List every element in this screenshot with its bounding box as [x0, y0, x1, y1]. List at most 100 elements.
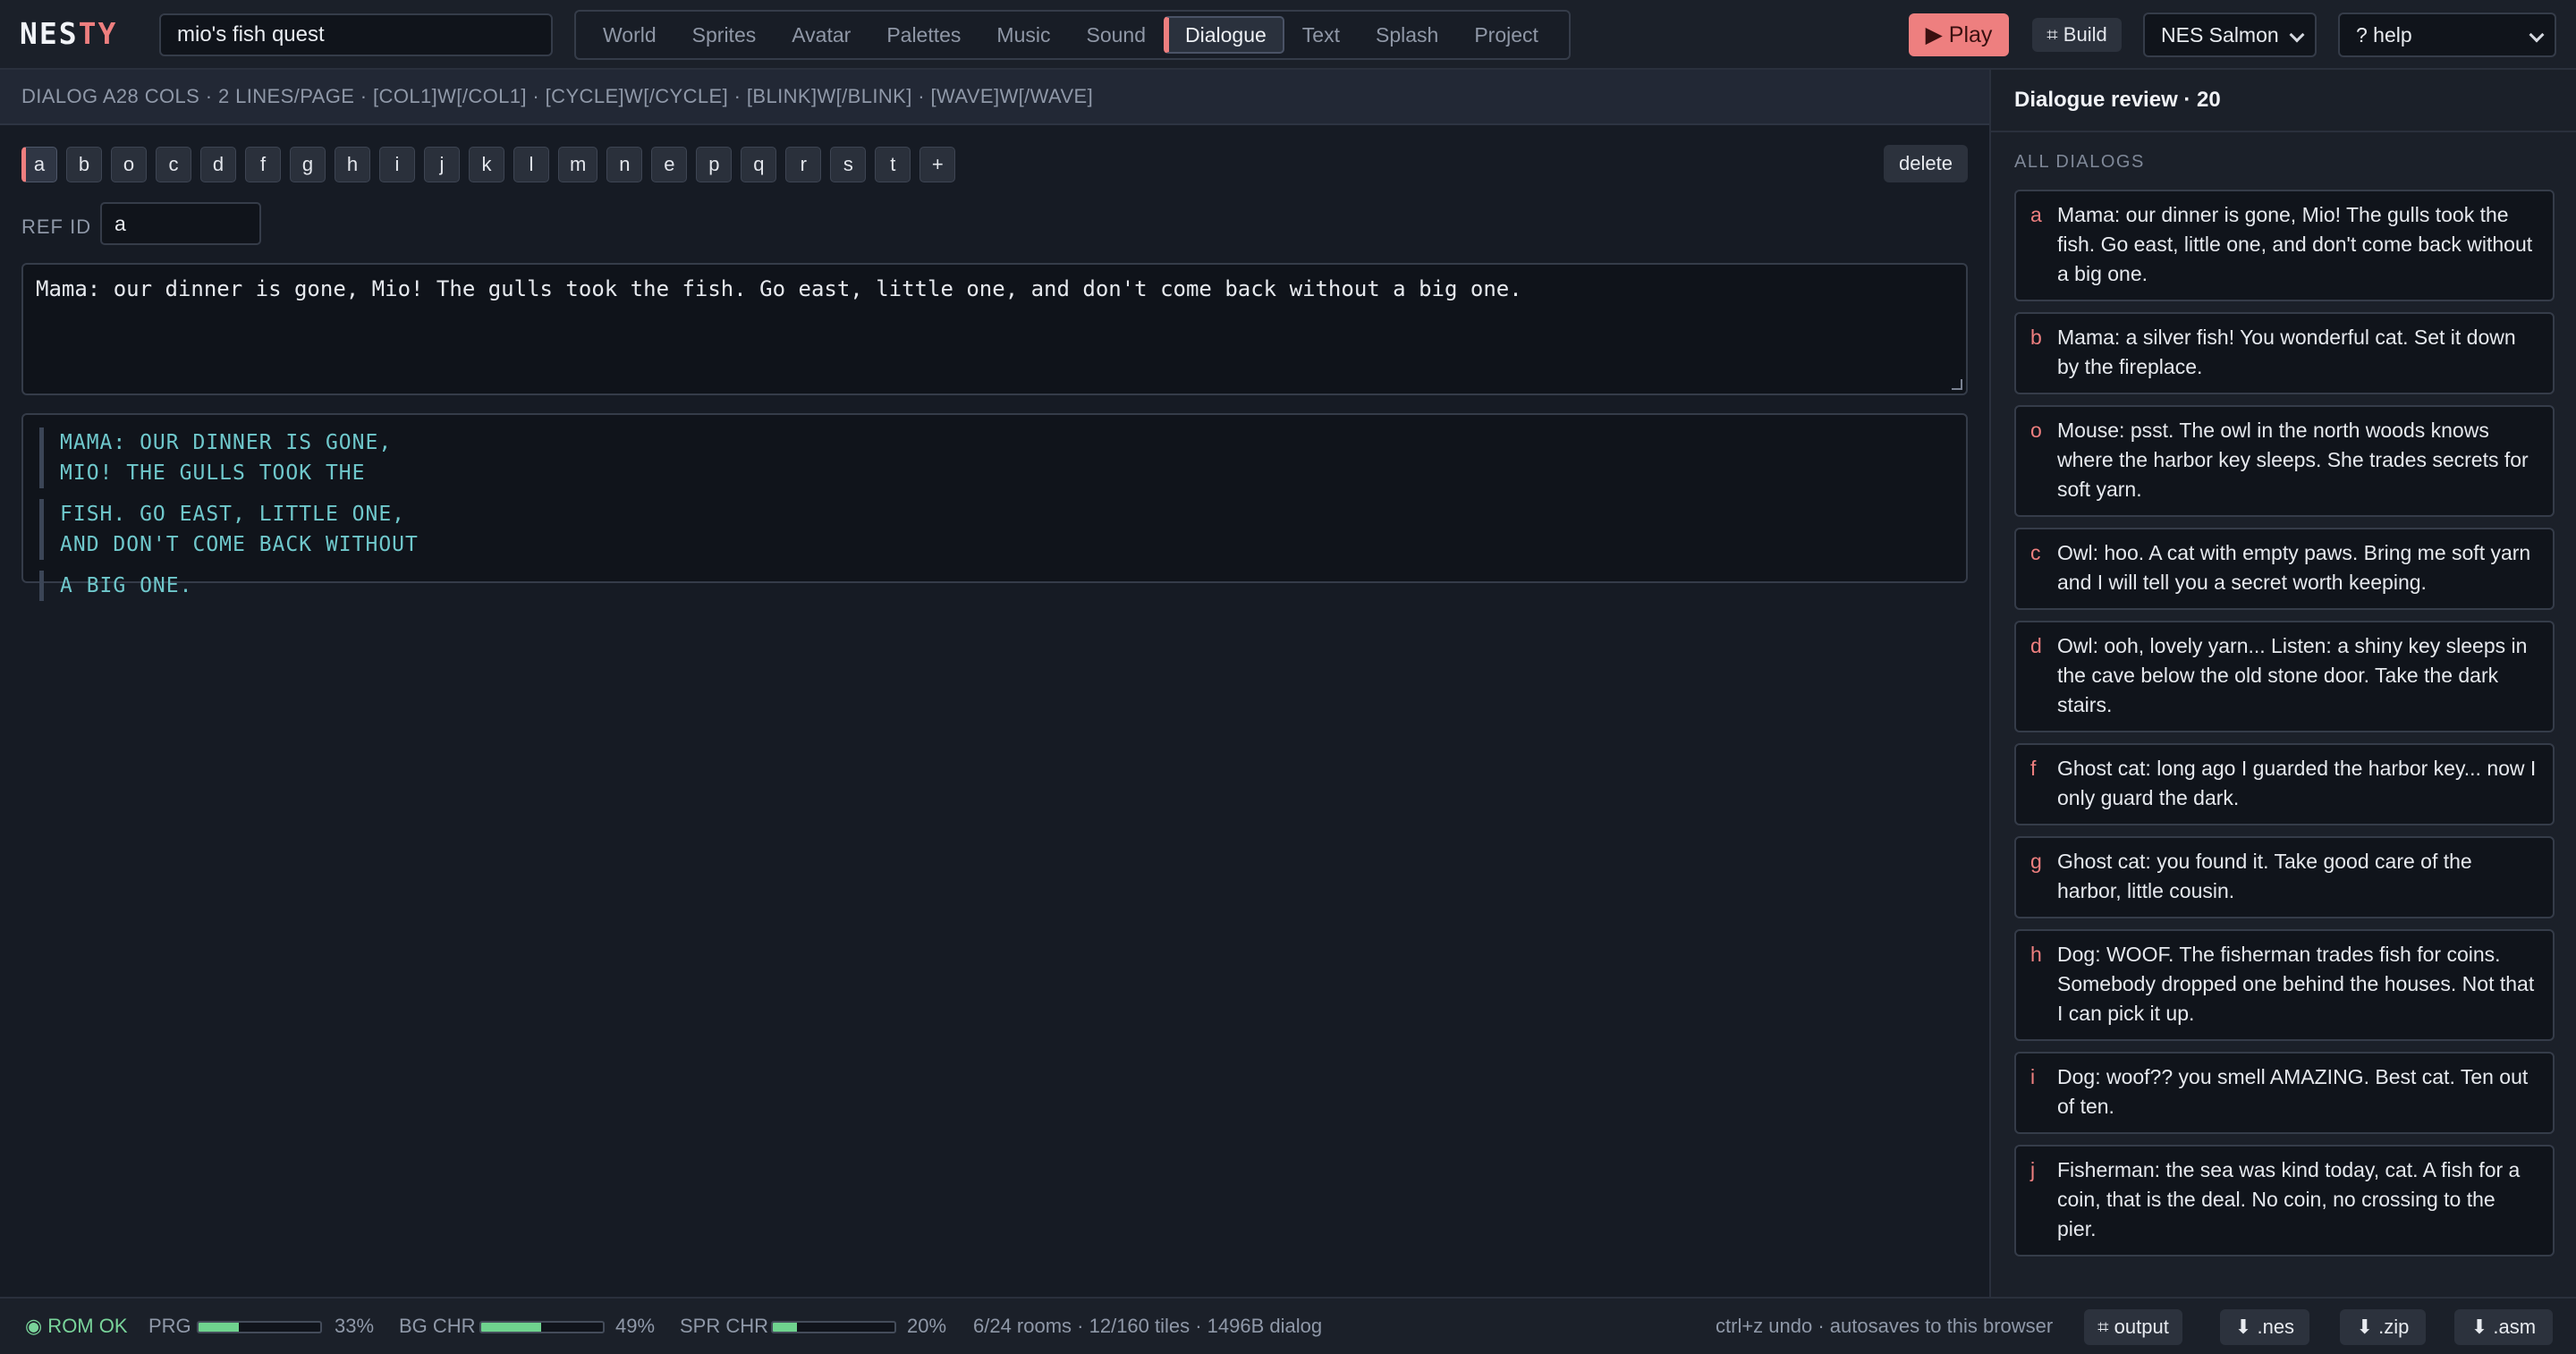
- dialog-card-text: Dog: woof?? you smell AMAZING. Best cat.…: [2057, 1065, 2529, 1118]
- bg-chr-label: BG CHR: [399, 1315, 476, 1337]
- dialog-id-chip-a[interactable]: a: [21, 147, 57, 182]
- dialog-card-d[interactable]: d Owl: ooh, lovely yarn... Listen: a shin…: [2014, 621, 2555, 732]
- prg-label: PRG: [148, 1315, 191, 1337]
- ref-id-input[interactable]: a: [100, 202, 261, 245]
- tab-text[interactable]: Text: [1284, 16, 1358, 54]
- build-button[interactable]: ⌗ Build: [2032, 18, 2122, 52]
- dialog-card-text: Ghost cat: you found it. Take good care …: [2057, 850, 2472, 902]
- dialog-card-b[interactable]: b Mama: a silver fish! You wonderful cat.…: [2014, 312, 2555, 394]
- tab-project[interactable]: Project: [1456, 16, 1556, 54]
- status-bar: ◉ ROM OK PRG 33% BG CHR 49% SPR CHR 20% …: [0, 1297, 2576, 1354]
- dialog-card-text: Owl: hoo. A cat with empty paws. Bring m…: [2057, 541, 2531, 594]
- dialog-id-chip-p[interactable]: p: [696, 147, 733, 182]
- section-label: ALL DIALOGS: [2014, 152, 2145, 172]
- top-bar: NESTY mio's fish quest World Sprites Avata…: [0, 0, 2576, 70]
- palette-select-value: NES Salmon: [2161, 23, 2279, 47]
- download-asm-button[interactable]: ⬇ .asm: [2454, 1309, 2553, 1345]
- dialog-card-h[interactable]: h Dog: WOOF. The fisherman trades fish fo…: [2014, 929, 2555, 1041]
- dialog-card-key: a: [2030, 203, 2042, 226]
- preview-page: A BIG ONE.: [39, 571, 1950, 601]
- project-name-input[interactable]: mio's fish quest: [159, 13, 553, 56]
- bg-chr-percent: 49%: [615, 1315, 656, 1337]
- help-select[interactable]: ? help: [2338, 13, 2556, 57]
- spr-chr-meter: [771, 1321, 896, 1333]
- dialog-card-text: Mouse: psst. The owl in the north woods …: [2057, 419, 2529, 501]
- tab-avatar[interactable]: Avatar: [774, 16, 869, 54]
- dialog-id-chip-d[interactable]: d: [200, 147, 236, 182]
- resize-handle-icon[interactable]: [1952, 379, 1962, 390]
- rom-status: ◉ ROM OK: [25, 1315, 128, 1337]
- dialog-id-chip-t[interactable]: t: [875, 147, 911, 182]
- dialog-text-value: Mama: our dinner is gone, Mio! The gulls…: [36, 276, 1522, 301]
- dialog-card-key: b: [2030, 326, 2042, 349]
- dialog-id-chip-f[interactable]: f: [245, 147, 281, 182]
- dialog-id-chip-e[interactable]: e: [651, 147, 688, 182]
- dialog-id-chip-l[interactable]: l: [513, 147, 549, 182]
- output-button[interactable]: ⌗ output: [2084, 1309, 2182, 1345]
- dialog-id-chip-h[interactable]: h: [335, 147, 370, 182]
- dialog-id-chip-q[interactable]: q: [741, 147, 777, 182]
- spr-chr-percent: 20%: [907, 1315, 947, 1337]
- dialog-list: a Mama: our dinner is gone, Mio! The gull…: [2014, 190, 2555, 1267]
- project-summary: 6/24 rooms · 12/160 tiles · 1496B dialog: [973, 1315, 1323, 1337]
- preview-page: FISH. GO EAST, LITTLE ONE, AND DON'T COME…: [39, 499, 1950, 560]
- dialog-id-chips: a b o c d f g h i j k l m n e p q r s t +: [21, 147, 956, 182]
- dialog-card-j[interactable]: j Fisherman: the sea was kind today, cat.…: [2014, 1145, 2555, 1257]
- dialog-card-i[interactable]: i Dog: woof?? you smell AMAZING. Best cat…: [2014, 1052, 2555, 1134]
- dialog-card-text: Ghost cat: long ago I guarded the harbor…: [2057, 757, 2537, 809]
- tab-world[interactable]: World: [585, 16, 674, 54]
- tab-music[interactable]: Music: [979, 16, 1068, 54]
- dialog-card-o[interactable]: o Mouse: psst. The owl in the north woods…: [2014, 405, 2555, 517]
- preview-line: FISH. GO EAST, LITTLE ONE,: [60, 503, 406, 526]
- panel-title: Dialogue review · 20: [2014, 88, 2221, 112]
- dialog-id-chip-r[interactable]: r: [785, 147, 822, 182]
- nav-tabs: World Sprites Avatar Palettes Music Sound Dial…: [574, 10, 1571, 60]
- dialog-card-text: Mama: a silver fish! You wonderful cat. …: [2057, 326, 2516, 378]
- dialog-card-key: h: [2030, 943, 2042, 966]
- preview-line: A BIG ONE.: [60, 574, 193, 597]
- add-dialog-button[interactable]: +: [919, 147, 956, 182]
- delete-button[interactable]: delete: [1884, 145, 1968, 182]
- download-nes-button[interactable]: ⬇ .nes: [2220, 1309, 2309, 1345]
- dialog-id-chip-k[interactable]: k: [469, 147, 504, 182]
- chevron-down-icon: [2529, 27, 2545, 43]
- preview-line: MIO! THE GULLS TOOK THE: [60, 461, 366, 485]
- dialog-card-a[interactable]: a Mama: our dinner is gone, Mio! The gull…: [2014, 190, 2555, 301]
- download-zip-button[interactable]: ⬇ .zip: [2340, 1309, 2426, 1345]
- tab-sound[interactable]: Sound: [1068, 16, 1164, 54]
- help-select-value: ? help: [2356, 23, 2412, 47]
- dialog-card-text: Dog: WOOF. The fisherman trades fish for…: [2057, 943, 2535, 1025]
- dialog-id-chip-n[interactable]: n: [606, 147, 643, 182]
- dialog-id-chip-c[interactable]: c: [156, 147, 191, 182]
- palette-select[interactable]: NES Salmon: [2143, 13, 2317, 57]
- dialog-id-chip-m[interactable]: m: [558, 147, 598, 182]
- dialog-card-text: Mama: our dinner is gone, Mio! The gulls…: [2057, 203, 2533, 285]
- dialog-card-f[interactable]: f Ghost cat: long ago I guarded the harbo…: [2014, 743, 2555, 825]
- dialog-card-text: Fisherman: the sea was kind today, cat. …: [2057, 1158, 2521, 1240]
- tab-splash[interactable]: Splash: [1358, 16, 1456, 54]
- dialog-card-key: i: [2030, 1065, 2036, 1088]
- preview-page: MAMA: OUR DINNER IS GONE, MIO! THE GULLS …: [39, 427, 1950, 488]
- tab-sprites[interactable]: Sprites: [674, 16, 775, 54]
- dialog-text-input[interactable]: Mama: our dinner is gone, Mio! The gulls…: [21, 263, 1968, 395]
- dialog-id-chip-s[interactable]: s: [830, 147, 867, 182]
- chevron-down-icon: [2289, 27, 2305, 43]
- preview-line: MAMA: OUR DINNER IS GONE,: [60, 431, 393, 454]
- dialog-card-key: c: [2030, 541, 2041, 564]
- dialog-id-chip-j[interactable]: j: [424, 147, 460, 182]
- play-button[interactable]: ▶ Play: [1909, 13, 2009, 56]
- bg-chr-meter: [479, 1321, 605, 1333]
- dialogue-review-panel: Dialogue review · 20 ALL DIALOGS a Mama: …: [1989, 70, 2576, 1297]
- dialog-card-key: j: [2030, 1158, 2036, 1181]
- tab-dialogue[interactable]: Dialogue: [1164, 16, 1284, 54]
- ref-id-label: REF ID: [21, 216, 92, 238]
- dialog-format-header: DIALOG A28 COLS · 2 LINES/PAGE · [COL1]W…: [0, 70, 1989, 125]
- dialog-id-chip-g[interactable]: g: [290, 147, 326, 182]
- dialog-card-c[interactable]: c Owl: hoo. A cat with empty paws. Bring …: [2014, 528, 2555, 610]
- dialog-id-chip-o[interactable]: o: [111, 147, 147, 182]
- dialog-id-chip-i[interactable]: i: [379, 147, 415, 182]
- tab-palettes[interactable]: Palettes: [869, 16, 979, 54]
- dialog-id-chip-b[interactable]: b: [66, 147, 102, 182]
- dialog-card-g[interactable]: g Ghost cat: you found it. Take good care…: [2014, 836, 2555, 918]
- app-logo: NESTY: [20, 16, 118, 51]
